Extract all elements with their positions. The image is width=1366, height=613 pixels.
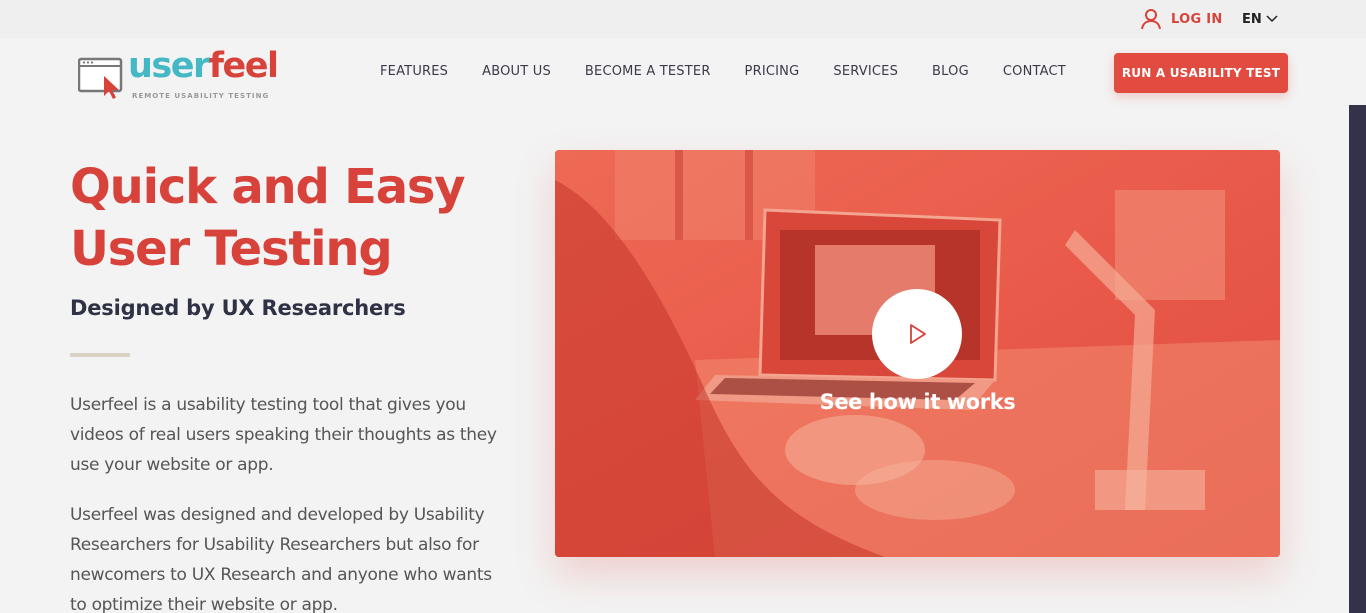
nav-item-about-us[interactable]: ABOUT US xyxy=(482,64,551,79)
login-label: LOG IN xyxy=(1171,11,1223,27)
hero-paragraph-2: Userfeel was designed and developed by U… xyxy=(70,505,492,613)
video-caption: See how it works xyxy=(819,390,1016,414)
hero-subtitle: Designed by UX Researchers xyxy=(70,296,406,320)
primary-nav: FEATURES ABOUT US BECOME A TESTER PRICIN… xyxy=(380,64,1100,79)
login-link[interactable]: LOG IN xyxy=(1141,8,1223,30)
nav-item-pricing[interactable]: PRICING xyxy=(745,64,800,79)
chevron-down-icon xyxy=(1266,15,1278,23)
language-selector[interactable]: EN xyxy=(1242,8,1278,30)
main-navbar: userfeel REMOTE USABILITY TESTING FEATUR… xyxy=(0,38,1366,108)
top-utility-bar: LOG IN EN xyxy=(0,0,1366,38)
nav-item-services[interactable]: SERVICES xyxy=(833,64,898,79)
logo-wordmark: userfeel xyxy=(128,44,279,88)
nav-item-blog[interactable]: BLOG xyxy=(932,64,969,79)
hero-title: Quick and Easy User Testing xyxy=(70,156,530,280)
run-usability-test-button[interactable]: RUN A USABILITY TEST xyxy=(1114,53,1288,93)
browser-cursor-logo-icon xyxy=(78,57,123,99)
play-button[interactable] xyxy=(872,289,962,379)
play-icon xyxy=(910,324,926,344)
hero-title-line1: Quick and Easy xyxy=(70,159,466,215)
nav-item-become-a-tester[interactable]: BECOME A TESTER xyxy=(585,64,711,79)
video-player[interactable]: See how it works xyxy=(555,150,1280,557)
hero-title-line2: User Testing xyxy=(70,221,393,277)
logo-word-user: user xyxy=(128,46,210,86)
logo-word-feel: feel xyxy=(208,46,279,86)
language-label: EN xyxy=(1242,11,1262,27)
logo-tagline: REMOTE USABILITY TESTING xyxy=(132,92,270,100)
hero-paragraph-1: Userfeel is a usability testing tool tha… xyxy=(70,395,497,475)
nav-item-features[interactable]: FEATURES xyxy=(380,64,448,79)
page-edge-strip xyxy=(1349,105,1366,613)
user-icon xyxy=(1141,9,1161,30)
hero-divider xyxy=(70,353,130,357)
userfeel-logo[interactable]: userfeel REMOTE USABILITY TESTING xyxy=(78,46,283,100)
nav-item-contact[interactable]: CONTACT xyxy=(1003,64,1066,79)
